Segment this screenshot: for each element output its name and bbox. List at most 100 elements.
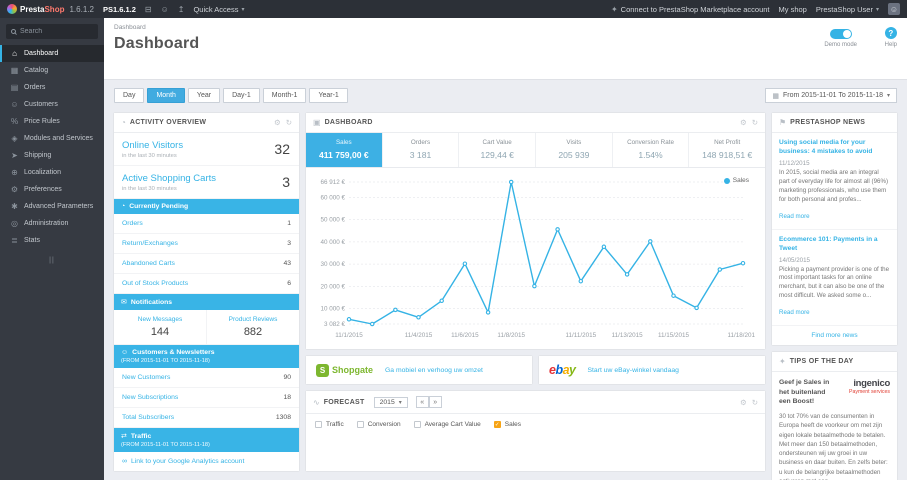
gear-icon[interactable]: ⚙: [274, 118, 281, 127]
range-year-button[interactable]: Year: [187, 88, 221, 103]
sidebar-item-shipping[interactable]: ➤ Shipping: [0, 147, 104, 164]
cart-icon[interactable]: ⊟: [145, 5, 152, 14]
kpi-cart-value[interactable]: Cart Value 129,44 €: [459, 133, 537, 167]
avatar[interactable]: ☺: [888, 3, 900, 15]
my-shop-link[interactable]: My shop: [779, 5, 807, 14]
forecast-year-select[interactable]: 2015 ▾: [373, 396, 408, 408]
range-month-button[interactable]: Month: [147, 88, 185, 103]
kpi-net-profit[interactable]: Net Profit 148 918,51 €: [689, 133, 765, 167]
marketplace-link[interactable]: ✦ Connect to PrestaShop Marketplace acco…: [611, 5, 770, 14]
chart-legend-sales[interactable]: Sales: [723, 177, 749, 184]
gear-icon[interactable]: ⚙: [740, 398, 747, 407]
range-month-1-button[interactable]: Month-1: [262, 88, 307, 103]
new-customers-link[interactable]: New Customers: [122, 374, 170, 381]
range-year-1-button[interactable]: Year-1: [309, 88, 348, 103]
active-carts-value: 3: [282, 174, 290, 190]
customers-icon: ☺: [10, 100, 19, 109]
ebay-promo-card[interactable]: ebay Start uw eBay-winkel vandaag: [539, 356, 765, 384]
sidebar-item-stats[interactable]: ≣ Stats: [0, 232, 104, 249]
sidebar-item-administration[interactable]: ◎ Administration: [0, 215, 104, 232]
sidebar-item-catalog[interactable]: ▦ Catalog: [0, 62, 104, 79]
clock-icon: ◔: [121, 203, 126, 210]
kpi-conversion-rate[interactable]: Conversion Rate 1.54%: [613, 133, 690, 167]
demo-mode-toggle[interactable]: Demo mode: [824, 29, 857, 48]
shop-name[interactable]: PS1.6.1.2: [103, 5, 136, 14]
news-title-link[interactable]: Using social media for your business: 4 …: [779, 139, 890, 157]
returns-link[interactable]: Return/Exchanges: [122, 240, 178, 247]
sidebar-item-dashboard[interactable]: ⌂ Dashboard: [0, 45, 104, 62]
advanced-parameters-icon: ✱: [11, 202, 18, 211]
forecast-legend-sales[interactable]: ✓ Sales: [493, 421, 521, 428]
search-input[interactable]: [20, 28, 92, 35]
new-subscriptions-link[interactable]: New Subscriptions: [122, 394, 178, 401]
total-subscribers-link[interactable]: Total Subscribers: [122, 414, 174, 421]
shopgate-promo-card[interactable]: S Shopgate Ga mobiel en verhoog uw omzet: [306, 356, 532, 384]
user-icon[interactable]: ☺: [161, 5, 169, 14]
read-more-link[interactable]: Read more: [779, 213, 810, 220]
gear-icon[interactable]: ⚙: [740, 118, 747, 127]
breadcrumb[interactable]: Dashboard: [114, 24, 897, 31]
sidebar-item-label: Shipping: [24, 152, 52, 159]
new-messages-value: 144: [150, 326, 170, 338]
sales-line-chart: 3 082 € 10 000 € 20 000 € 30 000 € 40 000 € 5…: [320, 179, 759, 339]
forecast-next-button[interactable]: »: [428, 396, 442, 408]
kpi-sales[interactable]: Sales 411 759,00 €: [306, 133, 383, 167]
refresh-icon[interactable]: ↻: [286, 118, 292, 127]
ebay-link[interactable]: Start uw eBay-winkel vandaag: [588, 367, 679, 374]
sidebar-item-label: Dashboard: [24, 50, 59, 57]
stats-icon: ≣: [11, 236, 18, 245]
sidebar-item-localization[interactable]: ⊕ Localization: [0, 164, 104, 181]
sidebar-item-customers[interactable]: ☺ Customers: [0, 96, 104, 113]
active-carts-metric: Active Shopping Carts 3 in the last 30 m…: [114, 166, 299, 199]
kpi-orders[interactable]: Orders 3 181: [383, 133, 460, 167]
returns-value: 3: [287, 240, 291, 247]
svg-text:20 000 €: 20 000 €: [320, 283, 345, 290]
refresh-icon[interactable]: ↻: [752, 398, 758, 407]
online-visitors-link[interactable]: Online Visitors: [122, 140, 291, 151]
forecast-panel: ∿ FORECAST 2015 ▾ « » ⚙ ↻ Traffic Conver…: [306, 391, 765, 471]
pending-orders-link[interactable]: Orders: [122, 220, 143, 227]
ingenico-logo: ingenico Payment services: [849, 378, 890, 407]
user-menu[interactable]: PrestaShop User ▾: [816, 5, 879, 14]
shopgate-link[interactable]: Ga mobiel en verhoog uw omzet: [385, 367, 483, 374]
quick-access-menu[interactable]: Quick Access ▾: [193, 5, 244, 14]
sidebar-item-advanced-parameters[interactable]: ✱ Advanced Parameters: [0, 198, 104, 215]
kpi-label: Net Profit: [714, 139, 741, 146]
forecast-legend-traffic[interactable]: Traffic: [315, 421, 344, 428]
find-more-news-link[interactable]: Find more news: [772, 326, 897, 345]
kpi-visits[interactable]: Visits 205 939: [536, 133, 613, 167]
news-excerpt: Picking a payment provider is one of the…: [779, 265, 890, 300]
tips-of-the-day-panel: ✦ TIPS OF THE DAY Geef je Sales in het b…: [772, 352, 897, 480]
out-of-stock-link[interactable]: Out of Stock Products: [122, 280, 188, 287]
svg-text:11/11/2015: 11/11/2015: [566, 332, 597, 339]
news-title-link[interactable]: Ecommerce 101: Payments in a Tweet: [779, 236, 890, 254]
toggle-switch[interactable]: [829, 29, 852, 39]
range-day-1-button[interactable]: Day-1: [223, 88, 260, 103]
sidebar-search[interactable]: [6, 24, 98, 39]
prestashop-logo[interactable]: PrestaShop 1.6.1.2: [7, 4, 94, 14]
refresh-icon[interactable]: ↻: [752, 118, 758, 127]
notifications-header: ✉ Notifications: [114, 294, 299, 310]
abandoned-carts-link[interactable]: Abandoned Carts: [122, 260, 175, 267]
read-more-link[interactable]: Read more: [779, 309, 810, 316]
forecast-prev-button[interactable]: «: [415, 396, 429, 408]
shopgate-logo-icon: S: [316, 363, 329, 377]
sidebar-item-orders[interactable]: ▤ Orders: [0, 79, 104, 96]
forecast-legend-average-cart-value[interactable]: Average Cart Value: [413, 421, 481, 428]
sidebar-item-label: Catalog: [24, 67, 49, 74]
active-carts-link[interactable]: Active Shopping Carts: [122, 173, 291, 184]
google-analytics-label: Link to your Google Analytics account: [131, 458, 245, 465]
sidebar-item-modules[interactable]: ◈ Modules and Services: [0, 130, 104, 147]
sidebar-item-price-rules[interactable]: % Price Rules: [0, 113, 104, 130]
modules-icon: ◈: [11, 134, 18, 143]
range-day-button[interactable]: Day: [114, 88, 145, 103]
upload-icon[interactable]: ↥: [178, 5, 185, 14]
sidebar-collapse-button[interactable]: ||: [0, 257, 104, 264]
help-button[interactable]: ? Help: [885, 27, 897, 48]
google-analytics-link[interactable]: ∞ Link to your Google Analytics account: [114, 452, 299, 471]
forecast-legend-conversion[interactable]: Conversion: [356, 421, 401, 428]
sidebar-item-preferences[interactable]: ⚙ Preferences: [0, 181, 104, 198]
new-messages-cell[interactable]: New Messages 144: [114, 310, 207, 344]
date-range-picker[interactable]: ▦ From 2015-11-01 To 2015-11-18 ▾: [765, 88, 897, 103]
product-reviews-cell[interactable]: Product Reviews 882: [207, 310, 299, 344]
